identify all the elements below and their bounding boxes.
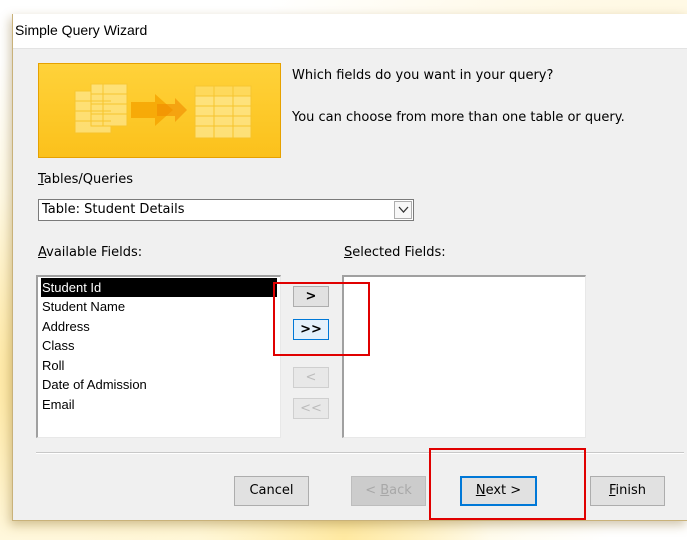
- back-button[interactable]: < Back: [351, 476, 426, 506]
- available-field-item[interactable]: Student Id: [41, 278, 277, 297]
- available-fields-label: Available Fields:: [38, 245, 143, 260]
- available-field-item[interactable]: Address: [41, 317, 90, 336]
- available-field-item[interactable]: Date of Admission: [41, 375, 147, 394]
- tables-queries-combobox[interactable]: Table: Student Details: [38, 199, 414, 221]
- prompt-hint: You can choose from more than one table …: [292, 110, 625, 125]
- selected-fields-listbox[interactable]: [342, 275, 586, 438]
- highlight-box-next-button: [429, 448, 586, 520]
- available-field-item[interactable]: Roll: [41, 356, 64, 375]
- available-field-item[interactable]: Student Name: [41, 297, 125, 316]
- footer-separator: [36, 452, 684, 454]
- chevron-down-icon: [398, 206, 409, 213]
- table-transfer-illustration-icon: [74, 83, 252, 139]
- prompt-question: Which fields do you want in your query?: [292, 68, 554, 83]
- available-field-item[interactable]: Class: [41, 336, 75, 355]
- cancel-button[interactable]: Cancel: [234, 476, 309, 506]
- remove-field-button[interactable]: <: [293, 367, 329, 388]
- window-title: Simple Query Wizard: [15, 22, 148, 38]
- selected-fields-label: Selected Fields:: [344, 245, 446, 260]
- simple-query-wizard-dialog: Simple Query Wizard Which fields do you …: [12, 14, 687, 521]
- finish-button[interactable]: Finish: [590, 476, 665, 506]
- highlight-box-transfer-buttons: [273, 282, 370, 356]
- remove-all-fields-button[interactable]: <<: [293, 398, 329, 419]
- combobox-dropdown-button[interactable]: [394, 201, 412, 219]
- wizard-illustration: [38, 63, 281, 158]
- title-bar[interactable]: Simple Query Wizard: [13, 14, 687, 49]
- tables-queries-value: Table: Student Details: [42, 202, 185, 217]
- tables-queries-label: Tables/Queries: [38, 172, 133, 187]
- available-field-item[interactable]: Email: [41, 395, 75, 414]
- available-fields-listbox[interactable]: Student Id Student Name Address Class Ro…: [36, 275, 281, 438]
